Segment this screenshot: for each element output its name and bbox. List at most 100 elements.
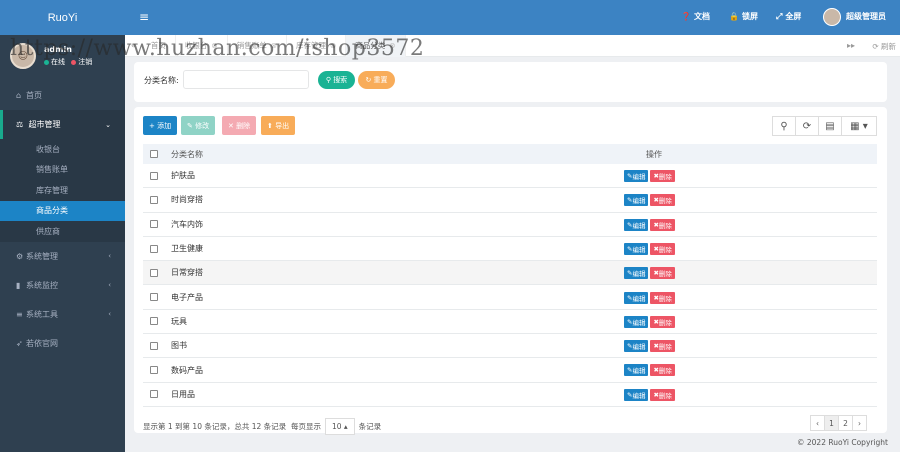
top-user-avatar[interactable] [823, 8, 841, 26]
row-delete-button[interactable]: ✖ 删除 [650, 242, 675, 255]
tabs-back-icon[interactable]: « [125, 41, 142, 50]
sidebar-item-market[interactable]: ⚖ 超市管理 ⌄ [0, 110, 125, 139]
row-delete-button[interactable]: ✖ 删除 [650, 388, 675, 401]
row-edit-label: 编辑 [632, 294, 646, 303]
table-search-toggle[interactable]: ⚲ [772, 116, 796, 136]
row-delete-button[interactable]: ✖ 删除 [650, 364, 675, 377]
table-row[interactable]: 数码产品 ✎ 编辑 ✖ 删除 [143, 358, 877, 383]
logout-dot-icon[interactable] [71, 59, 77, 65]
table-refresh-button[interactable]: ⟳ [795, 116, 819, 136]
row-actions: ✎ 编辑 ✖ 删除 [624, 242, 675, 255]
app-logo[interactable]: RuoYi [0, 0, 125, 35]
logout-link[interactable]: 注销 [78, 58, 92, 66]
select-all-checkbox[interactable] [150, 150, 158, 158]
prev-page-button[interactable]: ‹ [810, 415, 825, 431]
table-row[interactable]: 汽车内饰 ✎ 编辑 ✖ 删除 [143, 213, 877, 237]
row-delete-button[interactable]: ✖ 删除 [650, 194, 675, 207]
table-row[interactable]: 护肤品 ✎ 编辑 ✖ 删除 [143, 164, 877, 189]
close-icon[interactable]: ⊗ [389, 41, 395, 50]
row-checkbox[interactable] [150, 293, 158, 302]
sidebar-subitem-cashier[interactable]: 收银台 [0, 139, 125, 160]
row-edit-button[interactable]: ✎ 编辑 [624, 170, 649, 182]
export-button[interactable]: ⬆ 导出 [261, 116, 296, 135]
sidebar-subitem-sales[interactable]: 销售账单 [0, 160, 125, 181]
close-icon[interactable]: ⊗ [330, 41, 336, 50]
row-checkbox[interactable] [150, 317, 158, 326]
table-row[interactable]: 玩具 ✎ 编辑 ✖ 删除 [143, 310, 877, 335]
page-button[interactable]: 1 [824, 415, 839, 431]
row-checkbox[interactable] [150, 268, 158, 277]
table-row[interactable]: 日用品 ✎ 编辑 ✖ 删除 [143, 383, 877, 407]
table-row[interactable]: 电子产品 ✎ 编辑 ✖ 删除 [143, 286, 877, 310]
row-delete-button[interactable]: ✖ 删除 [650, 291, 675, 304]
video-icon: ▮ [16, 280, 21, 290]
lock-link[interactable]: 🔒 锁屏 [729, 11, 758, 22]
tab-category[interactable]: 商品分类 ⊗ [346, 34, 406, 57]
row-delete-button[interactable]: ✖ 删除 [650, 267, 675, 280]
sidebar-item-tools[interactable]: ≡ 系统工具 ‹ [0, 300, 125, 329]
row-edit-label: 编辑 [632, 221, 646, 230]
row-checkbox[interactable] [150, 341, 158, 350]
tabs-forward-icon[interactable]: ▸▸ [847, 41, 855, 50]
per-page-label: 每页显示 [290, 422, 321, 431]
row-checkbox[interactable] [150, 244, 158, 253]
tab-sales[interactable]: 销售账单 ⊗ [228, 34, 287, 57]
row-checkbox[interactable] [150, 366, 158, 375]
tab-home[interactable]: 首页 [142, 34, 176, 57]
sidebar-item-home[interactable]: ⌂ 首页 [0, 81, 125, 110]
row-edit-button[interactable]: ✎ 编辑 [624, 267, 649, 280]
row-edit-button[interactable]: ✎ 编辑 [624, 242, 649, 255]
tab-inventory[interactable]: 库存管理 ⊗ [287, 34, 347, 57]
row-delete-button[interactable]: ✖ 删除 [650, 315, 675, 328]
row-checkbox[interactable] [150, 195, 158, 204]
row-checkbox[interactable] [150, 390, 158, 399]
table-row[interactable]: 时尚穿搭 ✎ 编辑 ✖ 删除 [143, 188, 877, 213]
category-name-cell: 日用品 [171, 389, 195, 399]
row-edit-button[interactable]: ✎ 编辑 [624, 340, 649, 353]
table-row[interactable]: 日常穿搭 ✎ 编辑 ✖ 删除 [143, 261, 877, 286]
top-user-name[interactable]: 超级管理员 [846, 11, 886, 22]
sidebar-item-system[interactable]: ⚙ 系统管理 ‹ [0, 242, 125, 271]
row-edit-button[interactable]: ✎ 编辑 [624, 291, 649, 304]
row-edit-label: 编辑 [632, 173, 646, 181]
row-edit-button[interactable]: ✎ 编辑 [624, 388, 649, 401]
row-delete-button[interactable]: ✖ 删除 [650, 340, 675, 353]
next-page-button[interactable]: › [852, 415, 867, 431]
add-button[interactable]: + 添加 [143, 116, 178, 135]
page-button[interactable]: 2 [838, 415, 853, 431]
menu-toggle-icon[interactable]: ≡ [139, 10, 149, 24]
row-delete-button[interactable]: ✖ 删除 [650, 218, 675, 231]
edit-button[interactable]: ✎ 修改 [181, 116, 216, 135]
sidebar-subitem-inventory[interactable]: 库存管理 [0, 180, 125, 201]
row-edit-button[interactable]: ✎ 编辑 [624, 364, 649, 377]
delete-button[interactable]: ✕ 删除 [222, 116, 257, 135]
row-edit-button[interactable]: ✎ 编辑 [624, 194, 649, 207]
refresh-button[interactable]: ⟳ 刷新 [872, 41, 896, 52]
table-columns-button[interactable]: ▤ [818, 116, 842, 136]
sidebar-item-monitor[interactable]: ▮ 系统监控 ‹ [0, 271, 125, 300]
reset-button[interactable]: ↻ 重置 [358, 71, 395, 89]
close-icon[interactable]: ⊗ [211, 41, 217, 50]
page-size-select[interactable]: 10 ▴ [324, 418, 355, 435]
sidebar-subitem-supplier[interactable]: 供应商 [0, 221, 125, 242]
close-icon[interactable]: ⊗ [271, 41, 277, 50]
sidebar-item-label: 系统管理 [26, 251, 58, 261]
table-toggle-menu[interactable]: ▦ ▾ [841, 116, 877, 136]
search-icon: ⚲ [780, 120, 788, 132]
sidebar-item-site[interactable]: ➶ 若依官网 [0, 329, 125, 358]
category-name-input[interactable] [183, 70, 309, 89]
row-edit-button[interactable]: ✎ 编辑 [624, 218, 649, 231]
sidebar-subitem-category[interactable]: 商品分类 [0, 200, 125, 221]
tab-cashier[interactable]: 收银台 ⊗ [176, 34, 228, 57]
row-delete-button[interactable]: ✖ 删除 [650, 170, 675, 182]
table-row[interactable]: 图书 ✎ 编辑 ✖ 删除 [143, 334, 877, 359]
row-delete-label: 删除 [658, 294, 672, 303]
row-checkbox[interactable] [150, 220, 158, 229]
row-checkbox[interactable] [150, 171, 158, 180]
table-row[interactable]: 卫生健康 ✎ 编辑 ✖ 删除 [143, 237, 877, 262]
user-avatar[interactable]: ☺ [10, 43, 36, 69]
docs-link[interactable]: ❓ 文档 [681, 11, 710, 22]
row-edit-button[interactable]: ✎ 编辑 [624, 315, 649, 328]
search-button[interactable]: ⚲ 搜索 [318, 71, 355, 89]
fullscreen-link[interactable]: ⤢ 全屏 [776, 11, 801, 22]
